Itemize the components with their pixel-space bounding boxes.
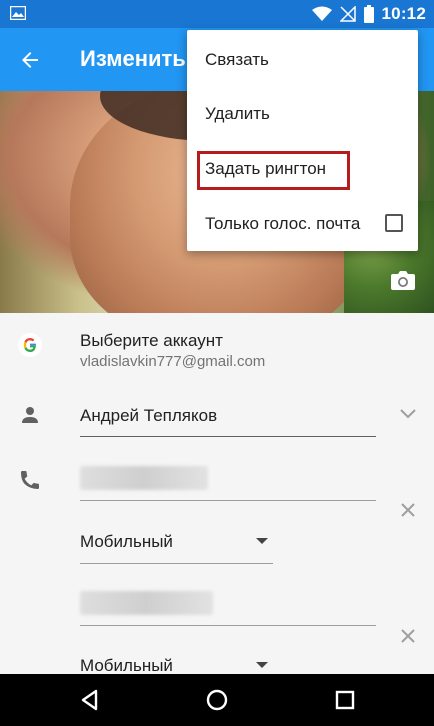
clear-phone-1-icon[interactable]: [400, 502, 416, 518]
phone-2-type[interactable]: Мобильный: [80, 656, 173, 676]
menu-item-link[interactable]: Связать: [205, 50, 269, 70]
voicemail-only-checkbox[interactable]: [385, 214, 403, 232]
image-notification-icon: [10, 6, 26, 20]
clear-phone-2-icon[interactable]: [400, 628, 416, 644]
phone-1-type-underline: [80, 563, 273, 564]
phone-2-type-dropdown-icon[interactable]: [256, 662, 268, 668]
nav-recents-icon[interactable]: [333, 688, 357, 712]
wifi-icon: [311, 6, 332, 21]
account-title[interactable]: Выберите аккаунт: [80, 331, 223, 351]
menu-item-voicemail-only[interactable]: Только голос. почта: [205, 214, 360, 234]
contact-form: Выберите аккаунт vladislavkin777@gmail.c…: [0, 313, 434, 676]
phone-2-underline: [80, 625, 376, 626]
overflow-menu: Связать Удалить Задать рингтон Только го…: [187, 30, 418, 251]
status-bar: 10:12: [0, 0, 434, 28]
phone-1-type[interactable]: Мобильный: [80, 532, 173, 552]
phone-number-1-redacted[interactable]: [80, 466, 208, 490]
status-time: 10:12: [381, 4, 426, 23]
phone-number-2-redacted[interactable]: [80, 591, 213, 615]
phone-1-underline: [80, 500, 376, 501]
page-title: Изменить: [80, 46, 186, 71]
menu-item-delete[interactable]: Удалить: [205, 104, 270, 124]
camera-icon[interactable]: [390, 269, 416, 291]
person-icon: [22, 407, 38, 423]
account-email: vladislavkin777@gmail.com: [80, 353, 266, 370]
name-underline: [80, 436, 376, 437]
nav-home-icon[interactable]: [205, 688, 229, 712]
system-nav-bar: [0, 674, 434, 726]
chevron-down-icon[interactable]: [400, 409, 416, 419]
google-icon: [18, 333, 42, 357]
phone-1-type-dropdown-icon[interactable]: [256, 538, 268, 544]
status-icons: 10:12: [311, 4, 426, 24]
nav-back-icon[interactable]: [78, 688, 102, 712]
name-field[interactable]: Андрей Тепляков: [80, 406, 217, 426]
phone-icon: [21, 471, 39, 489]
back-arrow-icon[interactable]: [18, 48, 42, 72]
signal-icon: [339, 6, 356, 22]
annotation-highlight-box: [197, 151, 350, 190]
battery-icon: [363, 5, 374, 23]
